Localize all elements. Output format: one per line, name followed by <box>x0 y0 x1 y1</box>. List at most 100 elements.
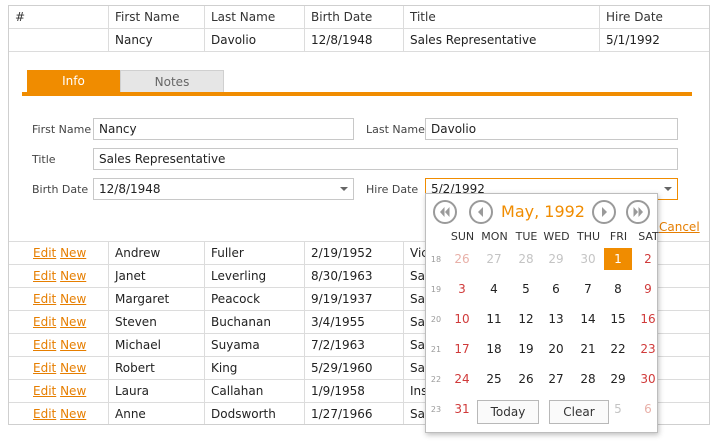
grid-header: # First Name Last Name Birth Date Title … <box>9 6 709 29</box>
calendar-month-title[interactable]: May, 1992 <box>492 202 594 222</box>
cell-last-name: Peacock <box>204 288 304 310</box>
calendar-day[interactable]: 30 <box>634 368 662 390</box>
calendar-day[interactable]: 23 <box>634 338 662 360</box>
new-link[interactable]: New <box>60 292 86 306</box>
column-header-last-name[interactable]: Last Name <box>204 6 304 28</box>
calendar-day[interactable]: 5 <box>512 278 540 300</box>
double-chevron-right-icon <box>633 207 643 217</box>
calendar-day[interactable]: 18 <box>480 338 508 360</box>
calendar-day[interactable]: 15 <box>604 308 632 330</box>
calendar-day[interactable]: 6 <box>634 398 662 420</box>
week-number: 20 <box>430 315 442 324</box>
prev-month-button[interactable] <box>469 200 493 224</box>
calendar-day[interactable]: 11 <box>480 308 508 330</box>
cell-birth-date: 8/30/1963 <box>304 265 403 287</box>
edit-link[interactable]: Edit <box>33 292 56 306</box>
new-link[interactable]: New <box>60 315 86 329</box>
calendar-day[interactable]: 27 <box>542 368 570 390</box>
calendar-day[interactable]: 20 <box>542 338 570 360</box>
birth-date-field[interactable]: 12/8/1948 <box>93 178 354 200</box>
cancel-link[interactable]: Cancel <box>659 220 700 234</box>
cell-last-name: Fuller <box>204 242 304 264</box>
prev-year-button[interactable] <box>433 200 457 224</box>
chevron-down-icon[interactable] <box>340 187 348 191</box>
cell-first-name: Anne <box>108 403 204 424</box>
calendar-day[interactable]: 21 <box>574 338 602 360</box>
double-chevron-left-icon <box>440 207 450 217</box>
week-number: 23 <box>430 405 442 414</box>
cell-first-name: Michael <box>108 334 204 356</box>
cell-last-name: Leverling <box>204 265 304 287</box>
calendar-day[interactable]: 10 <box>448 308 476 330</box>
edit-link[interactable]: Edit <box>33 384 56 398</box>
calendar-day[interactable]: 3 <box>448 278 476 300</box>
new-link[interactable]: New <box>60 361 86 375</box>
weekday-header: THU <box>576 230 601 243</box>
first-name-field[interactable]: Nancy <box>93 118 354 140</box>
edit-form-tabs: Info Notes <box>22 70 692 96</box>
edit-link[interactable]: Edit <box>33 269 56 283</box>
week-number: 21 <box>430 345 442 354</box>
clear-button[interactable]: Clear <box>549 400 609 424</box>
calendar-day[interactable]: 31 <box>448 398 476 420</box>
calendar-day[interactable]: 27 <box>480 248 508 270</box>
new-link[interactable]: New <box>60 384 86 398</box>
last-name-label: Last Name <box>366 123 425 136</box>
title-field[interactable]: Sales Representative <box>93 148 678 170</box>
column-header-first-name[interactable]: First Name <box>108 6 204 28</box>
column-header-birth-date[interactable]: Birth Date <box>304 6 403 28</box>
calendar-day[interactable]: 8 <box>604 278 632 300</box>
calendar-day[interactable]: 4 <box>480 278 508 300</box>
calendar-day[interactable]: 9 <box>634 278 662 300</box>
calendar-day[interactable]: 25 <box>480 368 508 390</box>
column-header-number[interactable]: # <box>9 6 108 28</box>
cell-first-name: Robert <box>108 357 204 379</box>
calendar-day[interactable]: 26 <box>512 368 540 390</box>
birth-date-value: 12/8/1948 <box>99 182 161 196</box>
edit-link[interactable]: Edit <box>33 361 56 375</box>
calendar-day[interactable]: 12 <box>512 308 540 330</box>
edit-link[interactable]: Edit <box>33 338 56 352</box>
new-link[interactable]: New <box>60 246 86 260</box>
calendar-day[interactable]: 29 <box>604 368 632 390</box>
tab-info[interactable]: Info <box>27 70 120 92</box>
calendar-day[interactable]: 13 <box>542 308 570 330</box>
calendar-day[interactable]: 14 <box>574 308 602 330</box>
new-link[interactable]: New <box>60 269 86 283</box>
calendar-day[interactable]: 2 <box>634 248 662 270</box>
next-month-button[interactable] <box>592 200 616 224</box>
new-link[interactable]: New <box>60 338 86 352</box>
calendar-day-selected[interactable]: 1 <box>604 248 632 270</box>
cell-first-name: Janet <box>108 265 204 287</box>
calendar-day[interactable]: 17 <box>448 338 476 360</box>
row-command-cell: Edit New <box>9 380 108 402</box>
column-header-hire-date[interactable]: Hire Date <box>599 6 709 28</box>
calendar-day[interactable]: 28 <box>574 368 602 390</box>
edit-link[interactable]: Edit <box>33 315 56 329</box>
weekday-header: MON <box>481 230 508 243</box>
cell-title: Sales Representative <box>403 29 599 51</box>
next-year-button[interactable] <box>626 200 650 224</box>
tab-notes[interactable]: Notes <box>120 70 224 92</box>
calendar-day[interactable]: 30 <box>574 248 602 270</box>
calendar-day[interactable]: 16 <box>634 308 662 330</box>
calendar-day[interactable]: 19 <box>512 338 540 360</box>
cell-last-name: Davolio <box>204 29 304 51</box>
calendar-day[interactable]: 26 <box>448 248 476 270</box>
edit-link[interactable]: Edit <box>33 246 56 260</box>
cell-birth-date: 2/19/1952 <box>304 242 403 264</box>
calendar-day[interactable]: 28 <box>512 248 540 270</box>
calendar-day[interactable]: 7 <box>574 278 602 300</box>
cell-birth-date: 9/19/1937 <box>304 288 403 310</box>
today-button[interactable]: Today <box>477 400 539 424</box>
column-header-title[interactable]: Title <box>403 6 599 28</box>
chevron-down-icon[interactable] <box>664 187 672 191</box>
calendar-day[interactable]: 6 <box>542 278 570 300</box>
new-link[interactable]: New <box>60 407 86 421</box>
last-name-field[interactable]: Davolio <box>425 118 678 140</box>
calendar-day[interactable]: 29 <box>542 248 570 270</box>
edit-link[interactable]: Edit <box>33 407 56 421</box>
calendar-day[interactable]: 22 <box>604 338 632 360</box>
calendar-day[interactable]: 24 <box>448 368 476 390</box>
cell-birth-date: 12/8/1948 <box>304 29 403 51</box>
